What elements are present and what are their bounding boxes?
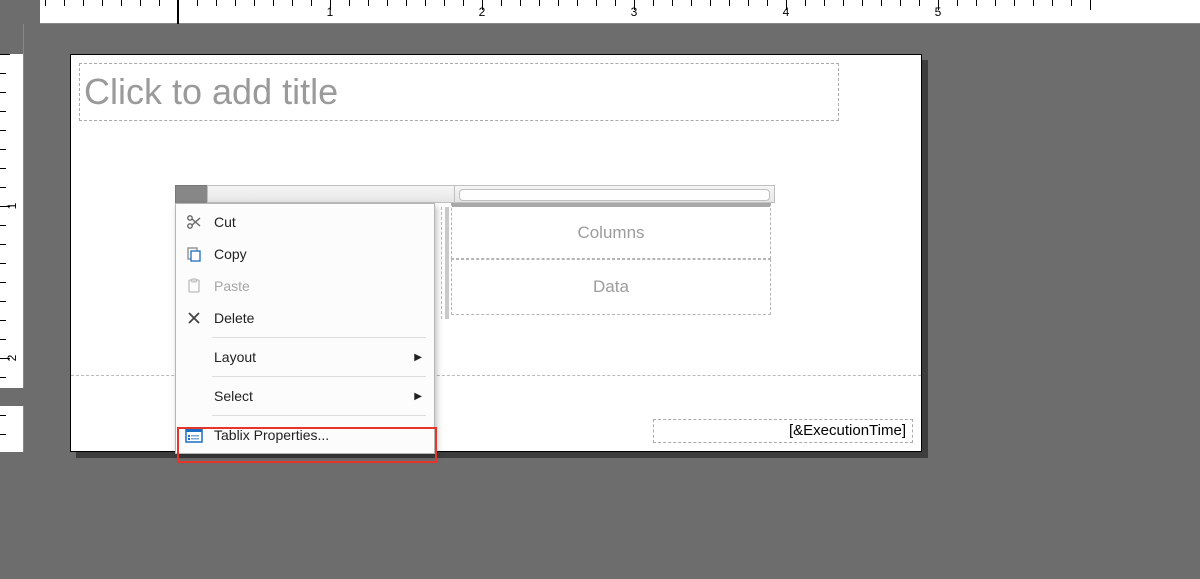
tablix-row-group-bar xyxy=(445,207,449,319)
clipboard-icon xyxy=(182,276,206,296)
menu-item-label: Delete xyxy=(214,310,254,326)
menu-item-label: Select xyxy=(214,388,253,404)
menu-item-label: Paste xyxy=(214,278,250,294)
menu-item-copy[interactable]: Copy xyxy=(176,238,434,270)
hruler-number: 5 xyxy=(935,5,942,19)
menu-item-label: Cut xyxy=(214,214,236,230)
tablix-column-group-cell[interactable]: Columns xyxy=(451,203,771,259)
blank-icon xyxy=(182,386,206,406)
footer-execution-time[interactable]: [&ExecutionTime] xyxy=(653,419,913,443)
menu-item-cut[interactable]: Cut xyxy=(176,206,434,238)
tablix-data-label: Data xyxy=(593,277,629,297)
menu-item-label: Copy xyxy=(214,246,247,262)
vertical-ruler: 12 xyxy=(0,24,24,579)
blank-icon xyxy=(182,347,206,367)
menu-item-label: Tablix Properties... xyxy=(214,427,329,443)
copy-icon xyxy=(182,244,206,264)
submenu-arrow-icon: ▶ xyxy=(414,391,422,402)
menu-separator xyxy=(212,415,426,416)
tablix-data-cell[interactable]: Data xyxy=(451,259,771,315)
hruler-number: 4 xyxy=(783,5,790,19)
menu-item-select[interactable]: Select ▶ xyxy=(176,380,434,412)
tablix-corner-handle[interactable] xyxy=(175,185,207,203)
submenu-arrow-icon: ▶ xyxy=(414,352,422,363)
tablix-column-handle-1[interactable] xyxy=(207,185,455,203)
hruler-number: 3 xyxy=(631,5,638,19)
menu-item-paste: Paste xyxy=(176,270,434,302)
menu-item-delete[interactable]: Delete xyxy=(176,302,434,334)
menu-item-tablix-properties[interactable]: Tablix Properties... xyxy=(176,419,434,451)
context-menu: Cut Copy Paste Delete Layout ▶ Select ▶ Tablix P… xyxy=(175,203,435,454)
tablix-column-group-label: Columns xyxy=(577,223,644,243)
menu-item-layout[interactable]: Layout ▶ xyxy=(176,341,434,373)
vruler-number: 1 xyxy=(5,203,19,210)
report-title-text: Click to add title xyxy=(84,71,338,113)
scissors-icon xyxy=(182,212,206,232)
tablix-cells: Columns Data xyxy=(451,203,771,315)
report-page: Click to add title Columns Data xyxy=(70,54,922,452)
horizontal-ruler: 1 2 3 4 5 xyxy=(40,0,1200,24)
hruler-number: 2 xyxy=(479,5,486,19)
hruler-number: 1 xyxy=(327,5,334,19)
x-icon xyxy=(182,308,206,328)
footer-execution-time-text: [&ExecutionTime] xyxy=(789,422,906,439)
report-title-placeholder[interactable]: Click to add title xyxy=(79,63,839,121)
menu-separator xyxy=(212,376,426,377)
tablix-column-handle-2[interactable] xyxy=(455,185,775,203)
design-canvas[interactable]: Click to add title Columns Data xyxy=(40,24,1200,579)
ruler-corner xyxy=(0,0,40,24)
properties-icon xyxy=(182,425,206,445)
menu-separator xyxy=(212,337,426,338)
vruler-number: 2 xyxy=(5,355,19,362)
menu-item-label: Layout xyxy=(214,349,256,365)
